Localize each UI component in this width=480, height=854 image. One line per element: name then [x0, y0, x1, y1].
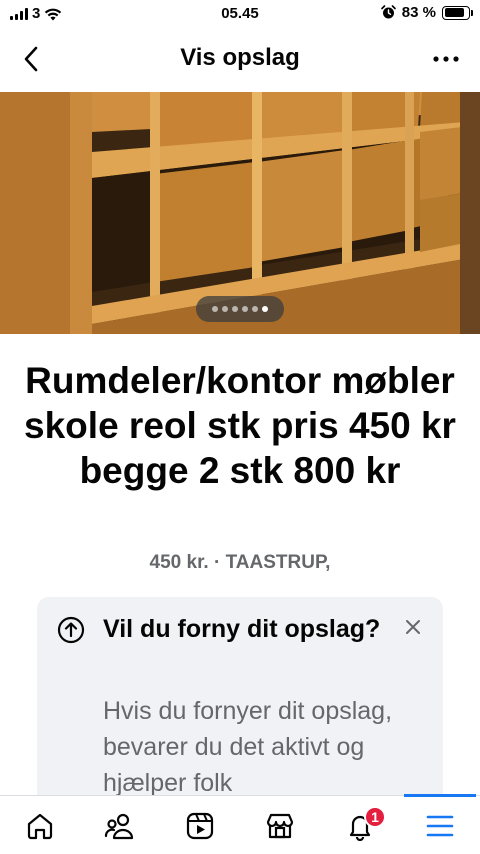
card-close-button[interactable]: [399, 613, 427, 641]
alarm-icon: [380, 5, 396, 19]
card-title: Vil du forny dit opslag?: [103, 615, 381, 643]
friends-icon: [104, 813, 134, 839]
notification-badge: 1: [364, 806, 386, 828]
more-horizontal-icon: [433, 56, 459, 62]
more-button[interactable]: [426, 42, 466, 76]
home-icon: [27, 813, 53, 839]
pager-dot: [222, 306, 228, 312]
status-right: 83 %: [380, 4, 473, 21]
tab-home[interactable]: [0, 796, 80, 854]
header: Vis opslag: [0, 28, 480, 90]
pager-dot: [242, 306, 248, 312]
pager-dot: [252, 306, 258, 312]
bottom-tab-bar: 1: [0, 794, 480, 854]
tab-marketplace[interactable]: [240, 796, 320, 854]
tab-menu[interactable]: [400, 796, 480, 854]
tab-video[interactable]: [160, 796, 240, 854]
tab-notifications[interactable]: 1: [320, 796, 400, 854]
listing-price-location: 450 kr. · TAASTRUP,: [149, 552, 331, 573]
marketplace-icon: [266, 813, 294, 838]
menu-icon: [426, 815, 454, 836]
pager-dot: [262, 306, 268, 312]
battery-icon: [442, 5, 473, 20]
tab-friends[interactable]: [80, 796, 160, 854]
pager-dot: [232, 306, 238, 312]
renew-listing-card: Vil du forny dit opslag? Hvis du fornyer…: [37, 597, 443, 827]
battery-percent: 83 %: [401, 4, 436, 21]
card-body: Hvis du fornyer dit opslag, bevarer du d…: [103, 697, 393, 797]
listing-title: Rumdeler/kontor møbler skole reol stk pr…: [24, 360, 456, 491]
photo-pager: [196, 296, 284, 322]
page-title: Vis opslag: [180, 44, 300, 71]
arrow-up-circle-icon: [57, 616, 85, 644]
close-icon: [406, 620, 420, 634]
status-bar: 3 05.45 83 %: [0, 0, 480, 28]
video-icon: [186, 812, 214, 839]
pager-dot: [212, 306, 218, 312]
